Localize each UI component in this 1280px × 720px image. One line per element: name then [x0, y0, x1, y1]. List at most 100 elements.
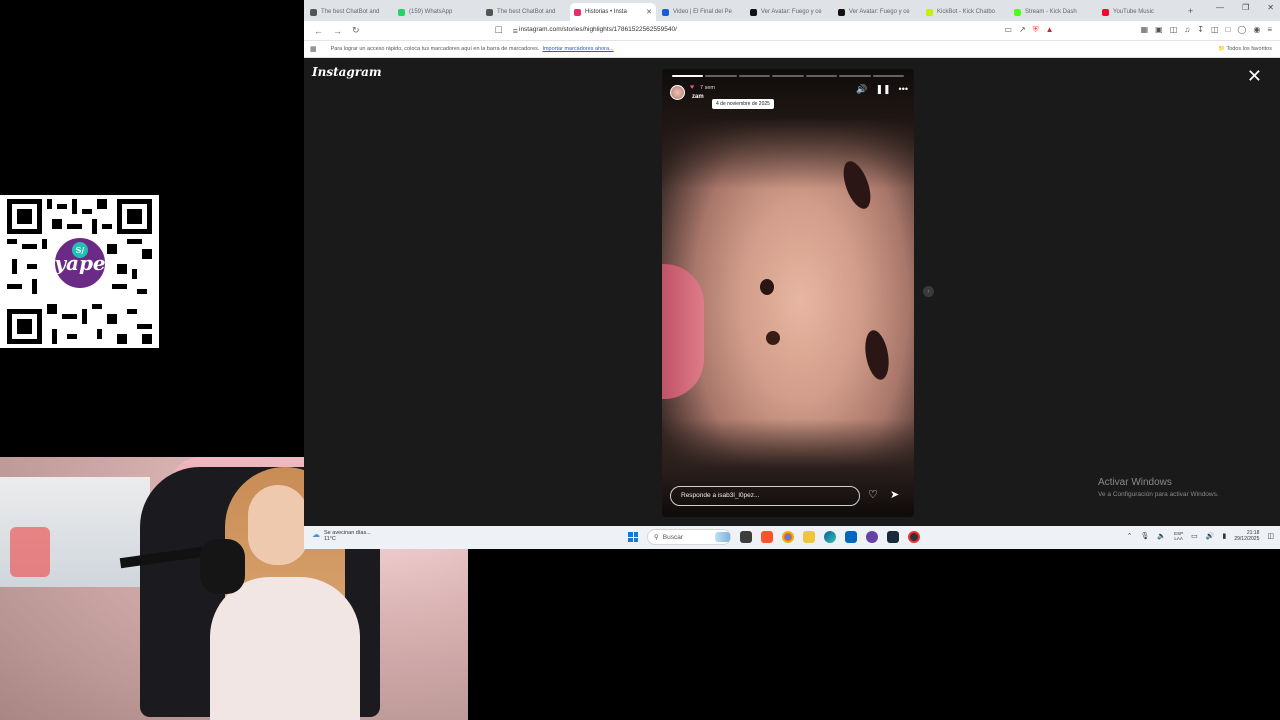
obs-taskbar-icon[interactable]	[908, 531, 920, 543]
taskbar-search[interactable]: ⚲ Buscar	[647, 529, 731, 545]
discord-taskbar-icon[interactable]	[866, 531, 878, 543]
yape-currency-badge: S/	[72, 242, 88, 258]
tab-bar: The best ChatBot and (159) WhatsApp The be…	[304, 0, 1280, 21]
window-controls: — ❐ ✕	[1216, 3, 1274, 12]
highlight-heart-icon: ♥	[690, 84, 695, 91]
next-story-chevron-icon[interactable]: ›	[923, 286, 934, 297]
new-tab-button[interactable]: +	[1188, 6, 1193, 16]
speaker-tray-icon[interactable]: 🔈	[1157, 532, 1166, 540]
language-indicator[interactable]: ESP LAA	[1174, 531, 1183, 541]
clock-date: 29/12/2025	[1234, 536, 1260, 542]
share-icon[interactable]: ↗	[1019, 25, 1026, 35]
brave-shield-icon[interactable]: ⛨	[1033, 25, 1039, 35]
windows-start-icon[interactable]	[628, 532, 638, 542]
share-send-icon[interactable]: ➤	[890, 488, 899, 501]
wallet-icon[interactable]: ▣	[1155, 25, 1163, 35]
webcam-streamer-body	[210, 577, 360, 720]
close-tab-icon[interactable]: ✕	[646, 8, 652, 16]
all-bookmarks-label: Todos los favoritos	[1226, 46, 1272, 52]
watermark-title: Activar Windows	[1098, 477, 1172, 488]
progress-segment	[839, 75, 871, 77]
progress-segment	[738, 75, 771, 77]
webcam-microphone	[200, 539, 245, 594]
extensions-icon[interactable]: ▦	[1141, 25, 1149, 35]
volume-icon[interactable]: 🔊	[856, 84, 867, 95]
system-tray: ⌃ 🎙 🔈 ESP LAA ▭ 🔊 ▮ 21:18 29/12/2025 ◫	[1127, 530, 1274, 542]
yape-logo: S/ yape	[52, 235, 108, 291]
microphone-icon[interactable]: 🎙	[1141, 532, 1150, 540]
download-icon[interactable]: ↧	[1197, 25, 1204, 35]
webcam-cup	[10, 527, 50, 577]
vpn-icon[interactable]: ◉	[1253, 25, 1260, 35]
reply-input[interactable]: Responde a isab3l_l0pez...	[670, 486, 860, 506]
task-view-icon[interactable]	[740, 531, 752, 543]
tab-label: YouTube Music	[1113, 9, 1154, 15]
story-time: 7 sem	[700, 85, 715, 91]
browser-tab[interactable]: Ver Avatar: Fuego y ce	[746, 3, 832, 21]
weather-widget[interactable]: ☁ Se avecinan días... 11°C	[312, 530, 371, 542]
volume-tray-icon[interactable]: 🔊	[1206, 532, 1215, 540]
story-lips	[662, 264, 704, 399]
tab-favicon-icon	[838, 8, 845, 16]
chrome-taskbar-icon[interactable]	[782, 531, 794, 543]
browser-tab[interactable]: KickBot - Kick Chatbo	[922, 3, 1008, 21]
music-icon[interactable]: ♫	[1184, 25, 1190, 35]
browser-tab[interactable]: The best ChatBot and	[482, 3, 568, 21]
instagram-logo[interactable]: Instagram	[312, 65, 382, 79]
bookmark-icon[interactable]: ☐	[495, 25, 503, 36]
forward-icon[interactable]: →	[333, 26, 342, 36]
import-bookmarks-link[interactable]: Importar marcadores ahora...	[542, 46, 613, 52]
back-icon[interactable]: ←	[314, 26, 323, 36]
browser-tab[interactable]: The best ChatBot and	[306, 3, 392, 21]
steam-taskbar-icon[interactable]	[887, 531, 899, 543]
story-progress-bar	[672, 75, 904, 77]
maximize-icon[interactable]: ❐	[1242, 3, 1249, 12]
close-icon[interactable]: ✕	[1247, 67, 1262, 85]
apps-grid-icon[interactable]: ▦	[310, 45, 317, 53]
brave-taskbar-icon[interactable]	[761, 531, 773, 543]
battery-icon[interactable]: ▮	[1222, 532, 1226, 540]
story-username[interactable]: zam	[692, 94, 704, 100]
minimize-icon[interactable]: —	[1216, 3, 1224, 12]
file-explorer-icon[interactable]	[803, 531, 815, 543]
story-controls: 🔊 ❚❚ •••	[856, 84, 908, 95]
tab-favicon-icon	[1102, 8, 1109, 16]
cast-icon[interactable]: ▭	[1004, 25, 1012, 35]
all-bookmarks[interactable]: 📁 Todos los favoritos	[1218, 46, 1272, 52]
story-card[interactable]: ♥ 7 sem zam 4 de noviembre de 2025 🔊 ❚❚ …	[662, 69, 914, 517]
profile-icon[interactable]: ◯	[1237, 25, 1246, 35]
tray-chevron-icon[interactable]: ⌃	[1127, 532, 1133, 540]
url-field[interactable]: instagram.com/stories/highlights/1786152…	[519, 26, 677, 33]
store-taskbar-icon[interactable]	[845, 531, 857, 543]
progress-segment	[705, 75, 737, 77]
menu-icon[interactable]: ≡	[1267, 25, 1272, 35]
story-avatar[interactable]	[670, 85, 685, 100]
browser-tab[interactable]: Stream - Kick Dash	[1010, 3, 1096, 21]
weather-temp: 11°C	[324, 536, 336, 542]
search-highlight-image	[715, 532, 730, 542]
sidebar-icon[interactable]: ◫	[1170, 25, 1178, 35]
browser-tab[interactable]: Historias • Insta ✕	[570, 3, 656, 21]
edge-taskbar-icon[interactable]	[824, 531, 836, 543]
network-icon[interactable]: ▭	[1191, 532, 1198, 540]
search-icon: ⚲	[654, 534, 659, 541]
taskbar-clock[interactable]: 21:18 29/12/2025	[1234, 530, 1259, 542]
browser-tab[interactable]: Video | El Final del Pe	[658, 3, 744, 21]
copy-icon[interactable]: □	[1226, 25, 1231, 35]
more-options-icon[interactable]: •••	[899, 84, 908, 95]
brave-rewards-icon[interactable]: ▲	[1046, 25, 1054, 35]
tab-favicon-icon	[398, 8, 405, 16]
pause-icon[interactable]: ❚❚	[875, 84, 890, 95]
like-heart-icon[interactable]: ♡	[868, 488, 878, 501]
close-window-icon[interactable]: ✕	[1267, 3, 1274, 12]
tab-label: (159) WhatsApp	[409, 9, 453, 15]
reload-icon[interactable]: ↻	[352, 25, 360, 36]
split-view-icon[interactable]: ◫	[1211, 25, 1219, 35]
date-tooltip: 4 de noviembre de 2025	[712, 99, 774, 109]
notifications-icon[interactable]: ◫	[1267, 532, 1274, 540]
tab-label: The best ChatBot and	[321, 9, 380, 15]
browser-tab[interactable]: YouTube Music	[1098, 3, 1184, 21]
browser-tab[interactable]: (159) WhatsApp	[394, 3, 480, 21]
browser-tab[interactable]: Ver Avatar: Fuego y ce	[834, 3, 920, 21]
site-info-icon[interactable]: ≡	[513, 26, 518, 36]
